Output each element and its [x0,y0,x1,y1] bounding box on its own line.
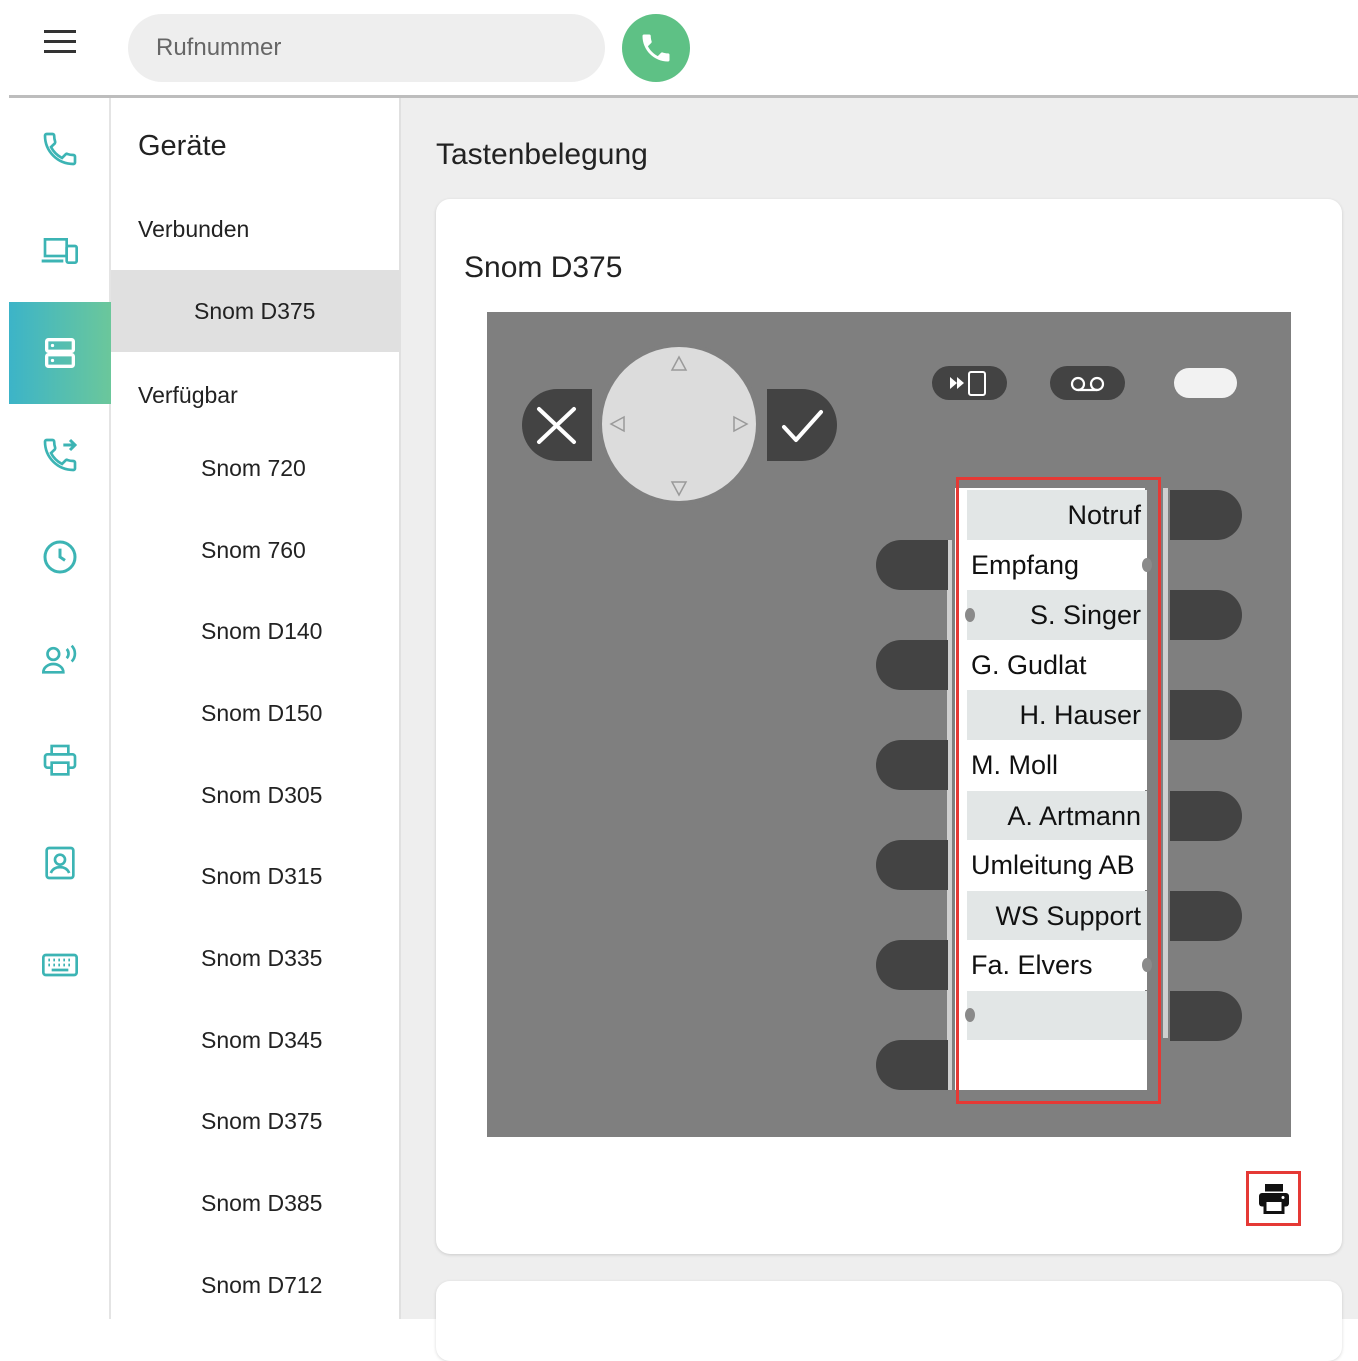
phone-icon [43,132,77,166]
device-item[interactable]: Snom D305 [111,754,401,836]
cancel-key[interactable] [522,389,592,461]
main-content: Tastenbelegung Snom D375 Notruf S. Singe… [401,98,1358,1361]
server-icon [45,338,75,368]
page-title: Tastenbelegung [436,138,648,171]
function-key[interactable] [876,940,948,990]
rail-item-print[interactable] [9,710,111,812]
user-voice-icon [41,644,77,674]
device-item-connected[interactable]: Snom D375 [111,270,401,352]
menu-icon[interactable] [40,30,80,60]
function-key[interactable] [1170,991,1242,1041]
function-key[interactable] [1170,490,1242,540]
ok-key[interactable] [767,389,837,461]
function-key[interactable] [1170,791,1242,841]
rail-item-server[interactable] [9,302,111,404]
top-bar [0,0,1358,98]
function-key[interactable] [1170,590,1242,640]
device-item[interactable]: Snom D315 [111,835,401,917]
devices-icon [41,238,78,264]
rail-item-call-forward[interactable] [9,404,111,506]
contact-icon [45,846,75,880]
available-section-label: Verfügbar [138,382,238,408]
devices-heading: Geräte [138,130,227,162]
function-key[interactable] [876,640,948,690]
rail-item-voice[interactable] [9,608,111,710]
rail-item-keyboard[interactable] [9,914,111,1016]
device-item[interactable]: Snom D385 [111,1162,401,1244]
label-divider [947,540,952,1090]
printer-icon [1258,1183,1289,1214]
function-key[interactable] [876,740,948,790]
voicemail-key[interactable] [1050,366,1125,400]
device-title: Snom D375 [464,251,623,284]
rail-item-contacts[interactable] [9,812,111,914]
printer-icon [43,744,77,776]
key-layout-card: Snom D375 Notruf S. Singer H. Hauser A. … [436,199,1342,1254]
device-item[interactable]: Snom D335 [111,917,401,999]
function-key[interactable] [876,540,948,590]
device-item[interactable]: Snom 760 [111,509,401,591]
navigation-pad[interactable] [598,343,760,505]
transfer-key[interactable] [932,366,1007,400]
device-item[interactable]: Snom D375 [111,1080,401,1162]
connected-section-label: Verbunden [138,216,250,242]
device-item[interactable]: Snom D712 [111,1244,401,1326]
key-labels-highlight [956,477,1161,1104]
print-button[interactable] [1246,1171,1301,1226]
rail-item-devices[interactable] [9,200,111,302]
nav-rail [9,98,111,1319]
device-item[interactable]: Snom D345 [111,999,401,1081]
device-item[interactable]: Snom 720 [111,427,401,509]
rail-item-calls[interactable] [9,98,111,200]
call-forward-icon [43,438,78,472]
device-item[interactable]: Snom D140 [111,590,401,672]
clock-icon [43,540,77,574]
label-divider [1163,488,1168,1038]
phone-number-input[interactable] [128,14,605,82]
function-key[interactable] [1170,891,1242,941]
rail-item-history[interactable] [9,506,111,608]
secondary-card [436,1281,1342,1361]
phone-icon [642,34,670,62]
phone-graphic: Notruf S. Singer H. Hauser A. Artmann WS… [487,312,1291,1137]
call-button[interactable] [622,14,690,82]
function-key[interactable] [876,840,948,890]
function-key[interactable] [1170,690,1242,740]
keyboard-icon [42,953,78,977]
device-list: Geräte Verbunden Snom D375 Verfügbar Sno… [111,98,401,1319]
device-item[interactable]: Snom D150 [111,672,401,754]
function-key[interactable] [876,1040,948,1090]
led-indicator [1174,368,1237,398]
